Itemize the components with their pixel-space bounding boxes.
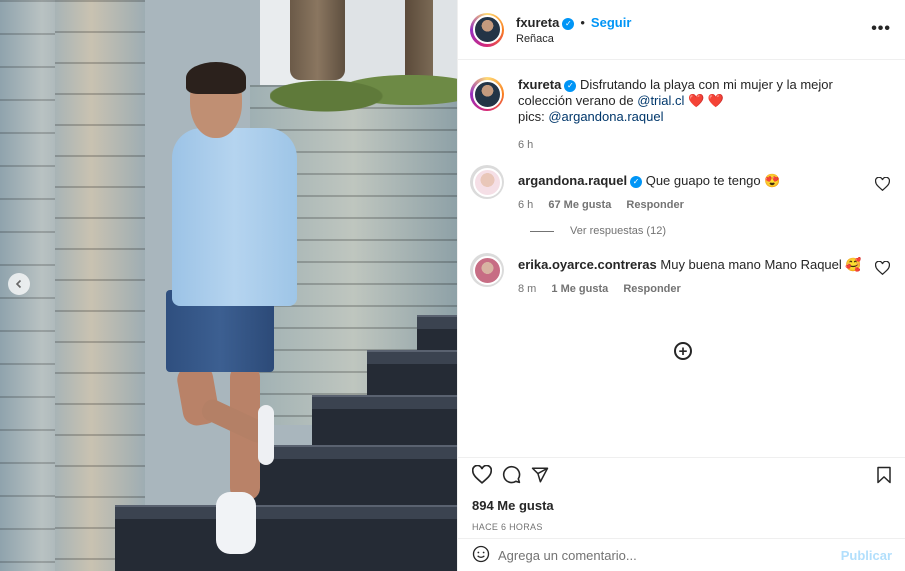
author-avatar[interactable] xyxy=(470,77,504,111)
comment-item: erika.oyarce.contreras Muy buena mano Ma… xyxy=(470,253,891,295)
caption-pics-label: pics: xyxy=(518,109,549,124)
view-replies-button[interactable]: Ver respuestas (12) xyxy=(530,225,890,237)
photo-person-shirt xyxy=(172,128,297,306)
post-location[interactable]: Reñaca xyxy=(516,33,631,45)
photo-person-hair xyxy=(186,62,246,94)
comment-likes[interactable]: 1 Me gusta xyxy=(551,283,608,295)
commenter-avatar[interactable] xyxy=(470,253,504,287)
caption: fxureta ✓ Disfrutando la playa con mi muj… xyxy=(470,77,890,151)
post-header: fxureta ✓ • Seguir Reñaca ••• xyxy=(458,0,905,60)
comment-meta: 8 m 1 Me gusta Responder xyxy=(518,283,890,295)
comment-composer: Publicar xyxy=(458,538,905,571)
reply-button[interactable]: Responder xyxy=(626,199,683,211)
likes-count[interactable]: 894 Me gusta xyxy=(472,498,892,513)
heart-icon[interactable] xyxy=(471,464,493,487)
commenter-avatar[interactable] xyxy=(470,165,504,199)
comment-input[interactable] xyxy=(498,547,841,563)
view-replies-label: Ver respuestas (12) xyxy=(570,225,666,237)
comment-heart-icon[interactable] xyxy=(874,176,891,194)
bookmark-icon[interactable] xyxy=(876,466,892,487)
photo-person-shoe xyxy=(258,405,274,465)
comment-meta: 6 h 67 Me gusta Responder xyxy=(518,199,890,211)
comment-icon[interactable] xyxy=(502,465,521,487)
emoji-icon[interactable] xyxy=(472,545,490,566)
action-icons xyxy=(471,464,892,487)
post-timestamp[interactable]: HACE 6 HORAS xyxy=(472,522,892,532)
comment-time[interactable]: 8 m xyxy=(518,283,536,295)
follow-button[interactable]: Seguir xyxy=(591,15,631,30)
post-actions: 894 Me gusta HACE 6 HORAS xyxy=(458,457,905,537)
author-username[interactable]: fxureta xyxy=(516,15,559,30)
comment-username[interactable]: argandona.raquel xyxy=(518,173,627,188)
mention-link[interactable]: @trial.cl xyxy=(637,93,684,108)
comment-text: erika.oyarce.contreras Muy buena mano Ma… xyxy=(518,257,890,273)
comment-heart-icon[interactable] xyxy=(874,260,891,278)
verified-icon: ✓ xyxy=(630,176,643,188)
post-side-panel: fxureta ✓ • Seguir Reñaca ••• fxureta ✓ Disf… xyxy=(457,0,905,571)
more-options-icon[interactable]: ••• xyxy=(871,20,891,38)
share-icon[interactable] xyxy=(531,466,549,487)
caption-text: fxureta ✓ Disfrutando la playa con mi muj… xyxy=(518,77,890,125)
verified-icon: ✓ xyxy=(564,80,577,92)
comment-likes[interactable]: 67 Me gusta xyxy=(548,199,611,211)
plus-circle-icon[interactable]: + xyxy=(674,342,692,360)
verified-icon: ✓ xyxy=(562,17,575,30)
mention-link[interactable]: @argandona.raquel xyxy=(548,109,663,124)
separator-dot: • xyxy=(580,14,585,30)
author-avatar[interactable] xyxy=(470,12,504,47)
comment-text: argandona.raquel ✓ Que guapo te tengo 😍 xyxy=(518,173,890,189)
caption-username[interactable]: fxureta xyxy=(518,77,561,92)
comment-item: argandona.raquel ✓ Que guapo te tengo 😍 6… xyxy=(470,165,891,211)
publish-button[interactable]: Publicar xyxy=(841,548,892,563)
comment-time[interactable]: 6 h xyxy=(518,199,533,211)
comment-body: Que guapo te tengo 😍 xyxy=(645,173,781,188)
author-info: fxureta ✓ • Seguir Reñaca xyxy=(516,15,631,45)
comment-body: Muy buena mano Mano Raquel 🥰 xyxy=(660,257,862,272)
reply-button[interactable]: Responder xyxy=(623,283,680,295)
chevron-left-icon[interactable] xyxy=(8,273,30,295)
replies-divider xyxy=(530,230,554,232)
post-photo[interactable] xyxy=(0,0,457,571)
caption-hearts: ❤️ ❤️ xyxy=(688,93,725,108)
photo-person-shoe xyxy=(216,492,256,554)
caption-time[interactable]: 6 h xyxy=(518,139,890,151)
comment-username[interactable]: erika.oyarce.contreras xyxy=(518,257,657,272)
photo-plants xyxy=(270,60,457,120)
comments-section: fxureta ✓ Disfrutando la playa con mi muj… xyxy=(458,61,905,457)
